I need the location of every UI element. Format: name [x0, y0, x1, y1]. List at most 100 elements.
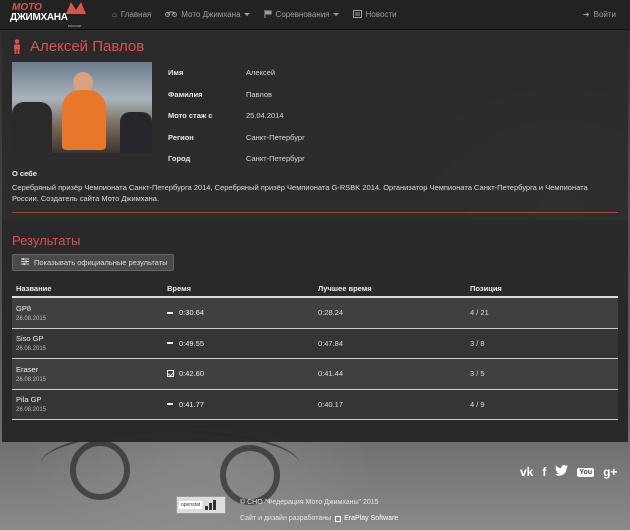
- logo-mark-icon: [66, 1, 86, 14]
- bar-chart-icon: [205, 500, 217, 510]
- home-icon: ⌂: [112, 10, 117, 19]
- developed-by: Сайт и дизайн разработаны EraPlay Softwa…: [240, 515, 398, 522]
- info-key: Мото стаж с: [168, 111, 213, 121]
- copyright-text: © СНО "Федерация Мото Джимханы" 2015: [240, 499, 379, 506]
- info-value: Алексей: [246, 68, 276, 78]
- page-title: Алексей Павлов: [12, 38, 144, 55]
- flag-icon: [264, 9, 272, 20]
- site-logo[interactable]: МОТО ДЖИМХАНА РОССИИ: [6, 0, 98, 30]
- chevron-down-icon: [332, 13, 339, 16]
- info-row: Город Санкт-Петербург: [168, 148, 468, 170]
- position: 4 / 9: [470, 399, 485, 409]
- event-date: 26.08.2015: [16, 315, 47, 322]
- best-time: 0:41.44: [318, 369, 344, 379]
- show-official-results-label: Показывать официальные результаты: [34, 258, 168, 267]
- profile-photo: [12, 62, 152, 153]
- facebook-icon[interactable]: f: [542, 465, 546, 479]
- newspaper-icon: [352, 9, 362, 20]
- logo-text-russia: РОССИИ: [68, 23, 81, 28]
- social-links: vk f You g+: [520, 465, 626, 479]
- background-wheel: [70, 440, 130, 500]
- info-key: Город: [168, 154, 191, 164]
- youtube-icon[interactable]: You: [577, 467, 595, 477]
- event-date: 26.08.2015: [16, 346, 47, 353]
- external-link-icon: [335, 515, 342, 522]
- table-row[interactable]: GP8 26.08.2015 0:30.64 0:28.24 4 / 21: [12, 298, 618, 329]
- time: 0:41.77: [179, 399, 205, 409]
- filter-icon: [21, 258, 29, 267]
- logo-text-dzhimkhana: ДЖИМХАНА: [10, 11, 68, 23]
- info-row: Регион Санкт-Петербург: [168, 127, 468, 149]
- about-text: Серебряный призёр Чемпионата Санкт-Петер…: [12, 183, 588, 203]
- twitter-icon[interactable]: [555, 465, 569, 479]
- position: 3 / 5: [470, 369, 485, 379]
- show-official-results-button[interactable]: Показывать официальные результаты: [12, 254, 174, 271]
- results-title: Результаты: [12, 233, 81, 248]
- info-value: 25.04.2014: [246, 111, 284, 121]
- person-icon: [14, 39, 20, 54]
- nav-news[interactable]: Новости: [352, 0, 397, 30]
- best-time: 0:40.17: [318, 399, 344, 409]
- table-row[interactable]: Eraser 26.08.2015 0:42.60 0:41.44 3 / 5: [12, 359, 618, 390]
- login-icon: ➜: [582, 10, 590, 19]
- checkbox-checked-icon: [167, 370, 174, 378]
- minus-icon: [167, 342, 173, 345]
- info-key: Фамилия: [168, 89, 203, 99]
- info-row: Фамилия Павлов: [168, 84, 468, 106]
- minus-icon: [167, 403, 173, 406]
- profile-name: Алексей Павлов: [30, 38, 145, 55]
- table-row[interactable]: Pila GP 26.08.2015 0:41.77 0:40.17 4 / 9: [12, 389, 618, 420]
- info-value: Павлов: [246, 89, 272, 99]
- nav-competitions-label: Соревнования: [275, 10, 330, 19]
- chevron-down-icon: [243, 13, 250, 16]
- motorcycle-icon: [165, 10, 178, 19]
- best-time: 0:28.24: [318, 308, 344, 318]
- event-name[interactable]: Pila GP: [16, 395, 163, 404]
- column-header-best-time[interactable]: Лучшее время: [314, 284, 466, 293]
- results-table: Название Время Лучшее время Позиция GP8 2…: [12, 281, 618, 420]
- login-link[interactable]: ➜ Войти: [583, 0, 616, 30]
- info-row: Мото стаж с 25.04.2014: [168, 105, 468, 127]
- navbar: МОТО ДЖИМХАНА РОССИИ ⌂ Главная Мото Джим…: [0, 0, 630, 30]
- column-header-time[interactable]: Время: [163, 284, 314, 293]
- background-wheel: [220, 445, 280, 505]
- time: 0:30.64: [179, 308, 205, 318]
- info-value: Санкт-Петербург: [246, 132, 305, 142]
- event-name[interactable]: Eraser: [16, 365, 163, 374]
- developer-name: EraPlay Software: [344, 515, 399, 522]
- about-heading: О себе: [12, 169, 37, 178]
- event-date: 26.08.2015: [16, 407, 47, 414]
- profile-panel: Алексей Павлов Имя Алексей Фамилия Павло…: [2, 30, 628, 442]
- table-row[interactable]: Siso GP 26.08.2015 0:49.55 0:47.84 3 / 8: [12, 328, 618, 359]
- position: 4 / 21: [470, 308, 489, 318]
- column-header-position[interactable]: Позиция: [466, 284, 618, 293]
- nav-competitions[interactable]: Соревнования: [264, 0, 339, 30]
- nav-home-label: Главная: [120, 10, 152, 19]
- event-name[interactable]: Siso GP: [16, 334, 163, 343]
- google-plus-icon[interactable]: g+: [603, 465, 617, 479]
- developed-by-text: Сайт и дизайн разработаны: [240, 515, 332, 522]
- time: 0:42.60: [179, 369, 205, 379]
- time: 0:49.55: [179, 338, 205, 348]
- event-name[interactable]: GP8: [16, 304, 163, 313]
- info-key: Регион: [168, 132, 194, 142]
- openstat-counter[interactable]: openstat: [176, 496, 226, 514]
- info-row: Имя Алексей: [168, 62, 468, 84]
- developer-link[interactable]: EraPlay Software: [335, 515, 398, 522]
- info-value: Санкт-Петербург: [246, 154, 305, 164]
- event-date: 26.08.2015: [16, 376, 47, 383]
- nav-news-label: Новости: [365, 10, 397, 19]
- profile-info: Имя Алексей Фамилия Павлов Мото стаж с 2…: [168, 62, 468, 170]
- nav-moto-dzhimkhana-label: Мото Джимхана: [181, 10, 241, 19]
- openstat-label: openstat: [179, 501, 203, 509]
- nav-moto-dzhimkhana[interactable]: Мото Джимхана: [165, 0, 250, 30]
- column-header-name[interactable]: Название: [12, 284, 163, 293]
- table-header: Название Время Лучшее время Позиция: [12, 281, 618, 298]
- minus-icon: [167, 311, 173, 314]
- info-key: Имя: [168, 68, 184, 78]
- login-label: Войти: [593, 10, 616, 19]
- best-time: 0:47.84: [318, 338, 344, 348]
- nav-home[interactable]: ⌂ Главная: [112, 0, 151, 30]
- divider: [12, 212, 618, 213]
- vk-icon[interactable]: vk: [520, 465, 533, 479]
